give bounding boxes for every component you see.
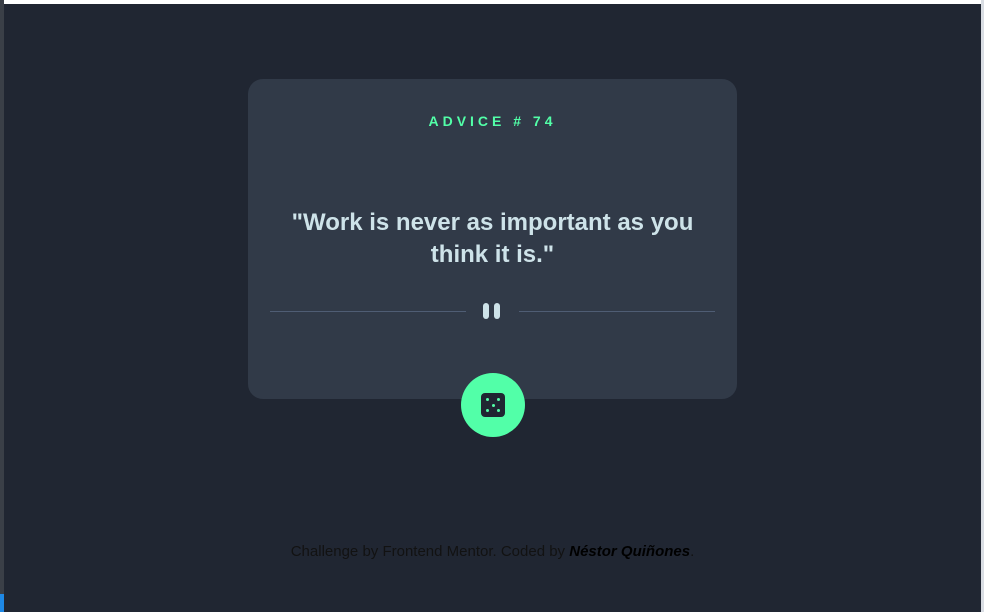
divider-line-right xyxy=(519,311,715,312)
advice-card: ADVICE # 74 "Work is never as important … xyxy=(248,79,737,399)
attribution-suffix: . xyxy=(690,543,695,560)
page-viewport: ADVICE # 74 "Work is never as important … xyxy=(4,4,981,612)
dice-icon xyxy=(481,393,505,417)
divider-line-left xyxy=(270,311,466,312)
attribution-footer: Challenge by Frontend Mentor. Coded by N… xyxy=(4,543,981,560)
generate-advice-button[interactable] xyxy=(461,373,525,437)
attribution-prefix: Challenge by Frontend Mentor. Coded by xyxy=(290,543,570,560)
screen: ADVICE # 74 "Work is never as important … xyxy=(0,0,984,612)
divider xyxy=(270,303,715,319)
advice-quote: "Work is never as important as you think… xyxy=(291,209,694,268)
author-link[interactable]: Néstor Quiñones xyxy=(569,543,690,560)
advice-id: ADVICE # 74 xyxy=(428,113,557,129)
pause-icon xyxy=(482,303,502,319)
